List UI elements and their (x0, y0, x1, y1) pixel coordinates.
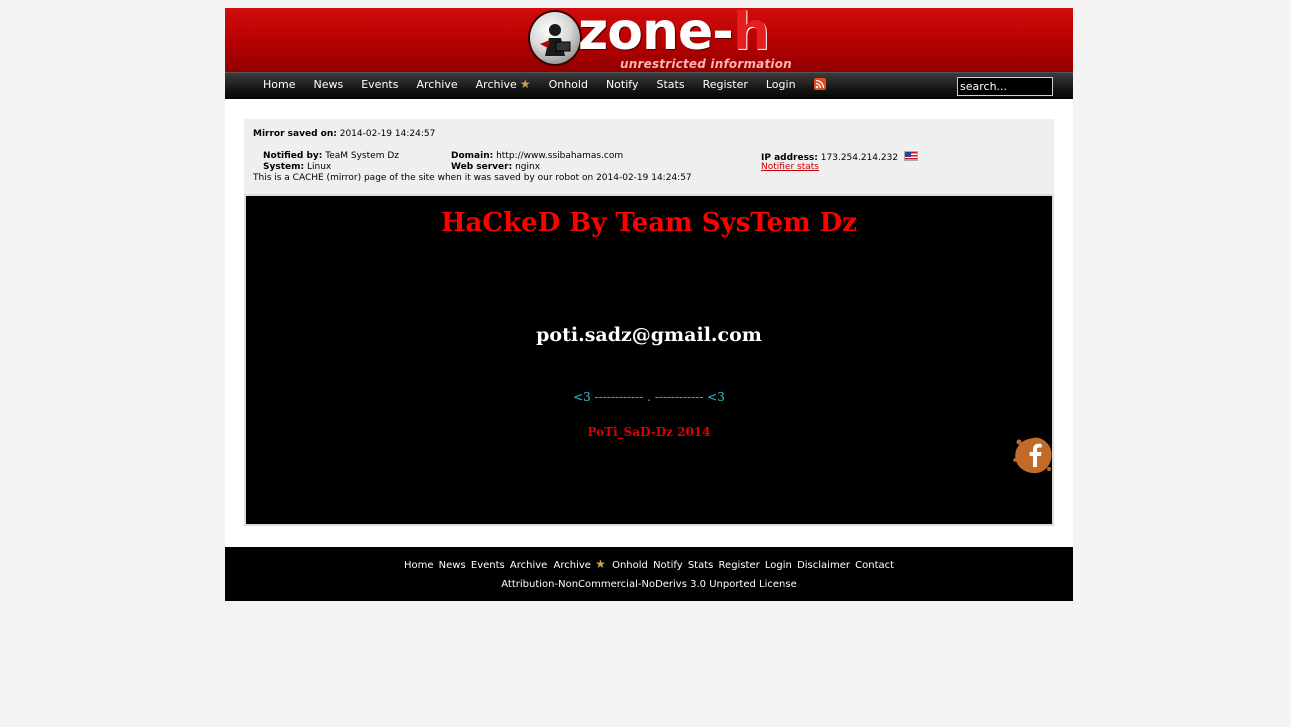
contact-email: poti.sadz@gmail.com (536, 324, 762, 346)
nav-rss[interactable] (813, 78, 826, 90)
star-icon: ★ (595, 557, 606, 571)
logo-wordmark: zone-h (578, 2, 770, 62)
footer-link-news[interactable]: News (439, 560, 466, 571)
mirror-saved-row: Mirror saved on: 2014-02-19 14:24:57 (253, 129, 435, 139)
us-flag-icon (903, 151, 918, 161)
footer-link-login[interactable]: Login (765, 560, 792, 571)
notified-by-label: Notified by: (263, 151, 323, 161)
mirror-info-box: Mirror saved on: 2014-02-19 14:24:57 Not… (244, 119, 1054, 194)
defacement-title: HaCkeD By Team SysTem Dz (440, 208, 857, 238)
globe-logo-icon (528, 10, 582, 66)
nav-stats[interactable]: Stats (656, 78, 684, 91)
logo-tagline: unrestricted information (620, 57, 792, 71)
footer-link-home[interactable]: Home (404, 560, 434, 571)
main-nav: Home News Events Archive Archive ★ Onhold… (225, 72, 1073, 99)
mirror-saved-value: 2014-02-19 14:24:57 (339, 129, 436, 139)
nav-archive-special[interactable]: Archive ★ (476, 77, 531, 91)
footer-link-notify[interactable]: Notify (653, 560, 683, 571)
nav-archive[interactable]: Archive (416, 78, 457, 91)
page: zone-h unrestricted information Home New… (0, 0, 1291, 727)
domain-row: Domain: http://www.ssibahamas.com (451, 151, 623, 161)
nav-events[interactable]: Events (361, 78, 398, 91)
mirror-content: HaCkeD By Team SysTem Dz poti.sadz@gmail… (244, 194, 1054, 526)
domain-label: Domain: (451, 151, 494, 161)
nav-archive-special-label: Archive (475, 77, 517, 91)
notifier-stats-link[interactable]: Notifier stats (761, 162, 819, 172)
footer-link-archive[interactable]: Archive (510, 560, 547, 571)
rss-icon (813, 78, 826, 90)
footer-link-archive-special-label: Archive (553, 560, 591, 571)
notified-by-row: Notified by: TeaM System Dz (263, 151, 399, 161)
search-input[interactable] (957, 77, 1053, 96)
nav-home[interactable]: Home (263, 78, 295, 91)
system-label: System: (263, 162, 305, 172)
footer-link-archive-special[interactable]: Archive ★ (553, 557, 607, 571)
site-container: zone-h unrestricted information Home New… (225, 2, 1073, 601)
footer-link-events[interactable]: Events (471, 560, 505, 571)
footer-link-register[interactable]: Register (719, 560, 760, 571)
footer-link-onhold[interactable]: Onhold (612, 560, 648, 571)
nav-news[interactable]: News (313, 78, 343, 91)
webserver-value: nginx (515, 162, 541, 172)
signature-line: PoTi_SaD-Dz 2014 (587, 425, 711, 439)
star-icon: ★ (519, 77, 531, 91)
notifier-stats-row: Notifier stats (761, 162, 819, 172)
webserver-row: Web server: nginx (451, 162, 540, 172)
cache-note: This is a CACHE (mirror) page of the sit… (253, 173, 692, 183)
system-value: Linux (306, 162, 332, 172)
logo-word: zone- (578, 2, 734, 62)
nav-notify[interactable]: Notify (606, 78, 639, 91)
notified-by-value: TeaM System Dz (325, 151, 399, 161)
footer-link-disclaimer[interactable]: Disclaimer (797, 560, 850, 571)
footer-link-contact[interactable]: Contact (855, 560, 894, 571)
license-link[interactable]: Attribution-NonCommercial-NoDerivs 3.0 U… (225, 579, 1073, 590)
site-header: zone-h unrestricted information (225, 2, 1073, 72)
nav-items: Home News Events Archive Archive ★ Onhold… (263, 77, 844, 91)
system-row: System: Linux (263, 162, 331, 172)
nav-register[interactable]: Register (703, 78, 748, 91)
hearts-line: <3 ------------ . ------------ <3 (573, 390, 725, 404)
logo-letter-h: h (732, 2, 770, 62)
facebook-icon[interactable] (1013, 436, 1052, 474)
zone-h-logo[interactable]: zone-h unrestricted information (528, 2, 792, 72)
mirror-saved-label: Mirror saved on: (253, 129, 337, 139)
nav-onhold[interactable]: Onhold (549, 78, 588, 91)
webserver-label: Web server: (451, 162, 513, 172)
domain-value: http://www.ssibahamas.com (496, 151, 624, 161)
footer-links: Home News Events Archive Archive ★ Onhol… (225, 557, 1073, 571)
ip-value: 173.254.214.232 (820, 153, 899, 163)
nav-login[interactable]: Login (766, 78, 796, 91)
footer-link-stats[interactable]: Stats (688, 560, 714, 571)
site-footer: Home News Events Archive Archive ★ Onhol… (225, 547, 1073, 601)
